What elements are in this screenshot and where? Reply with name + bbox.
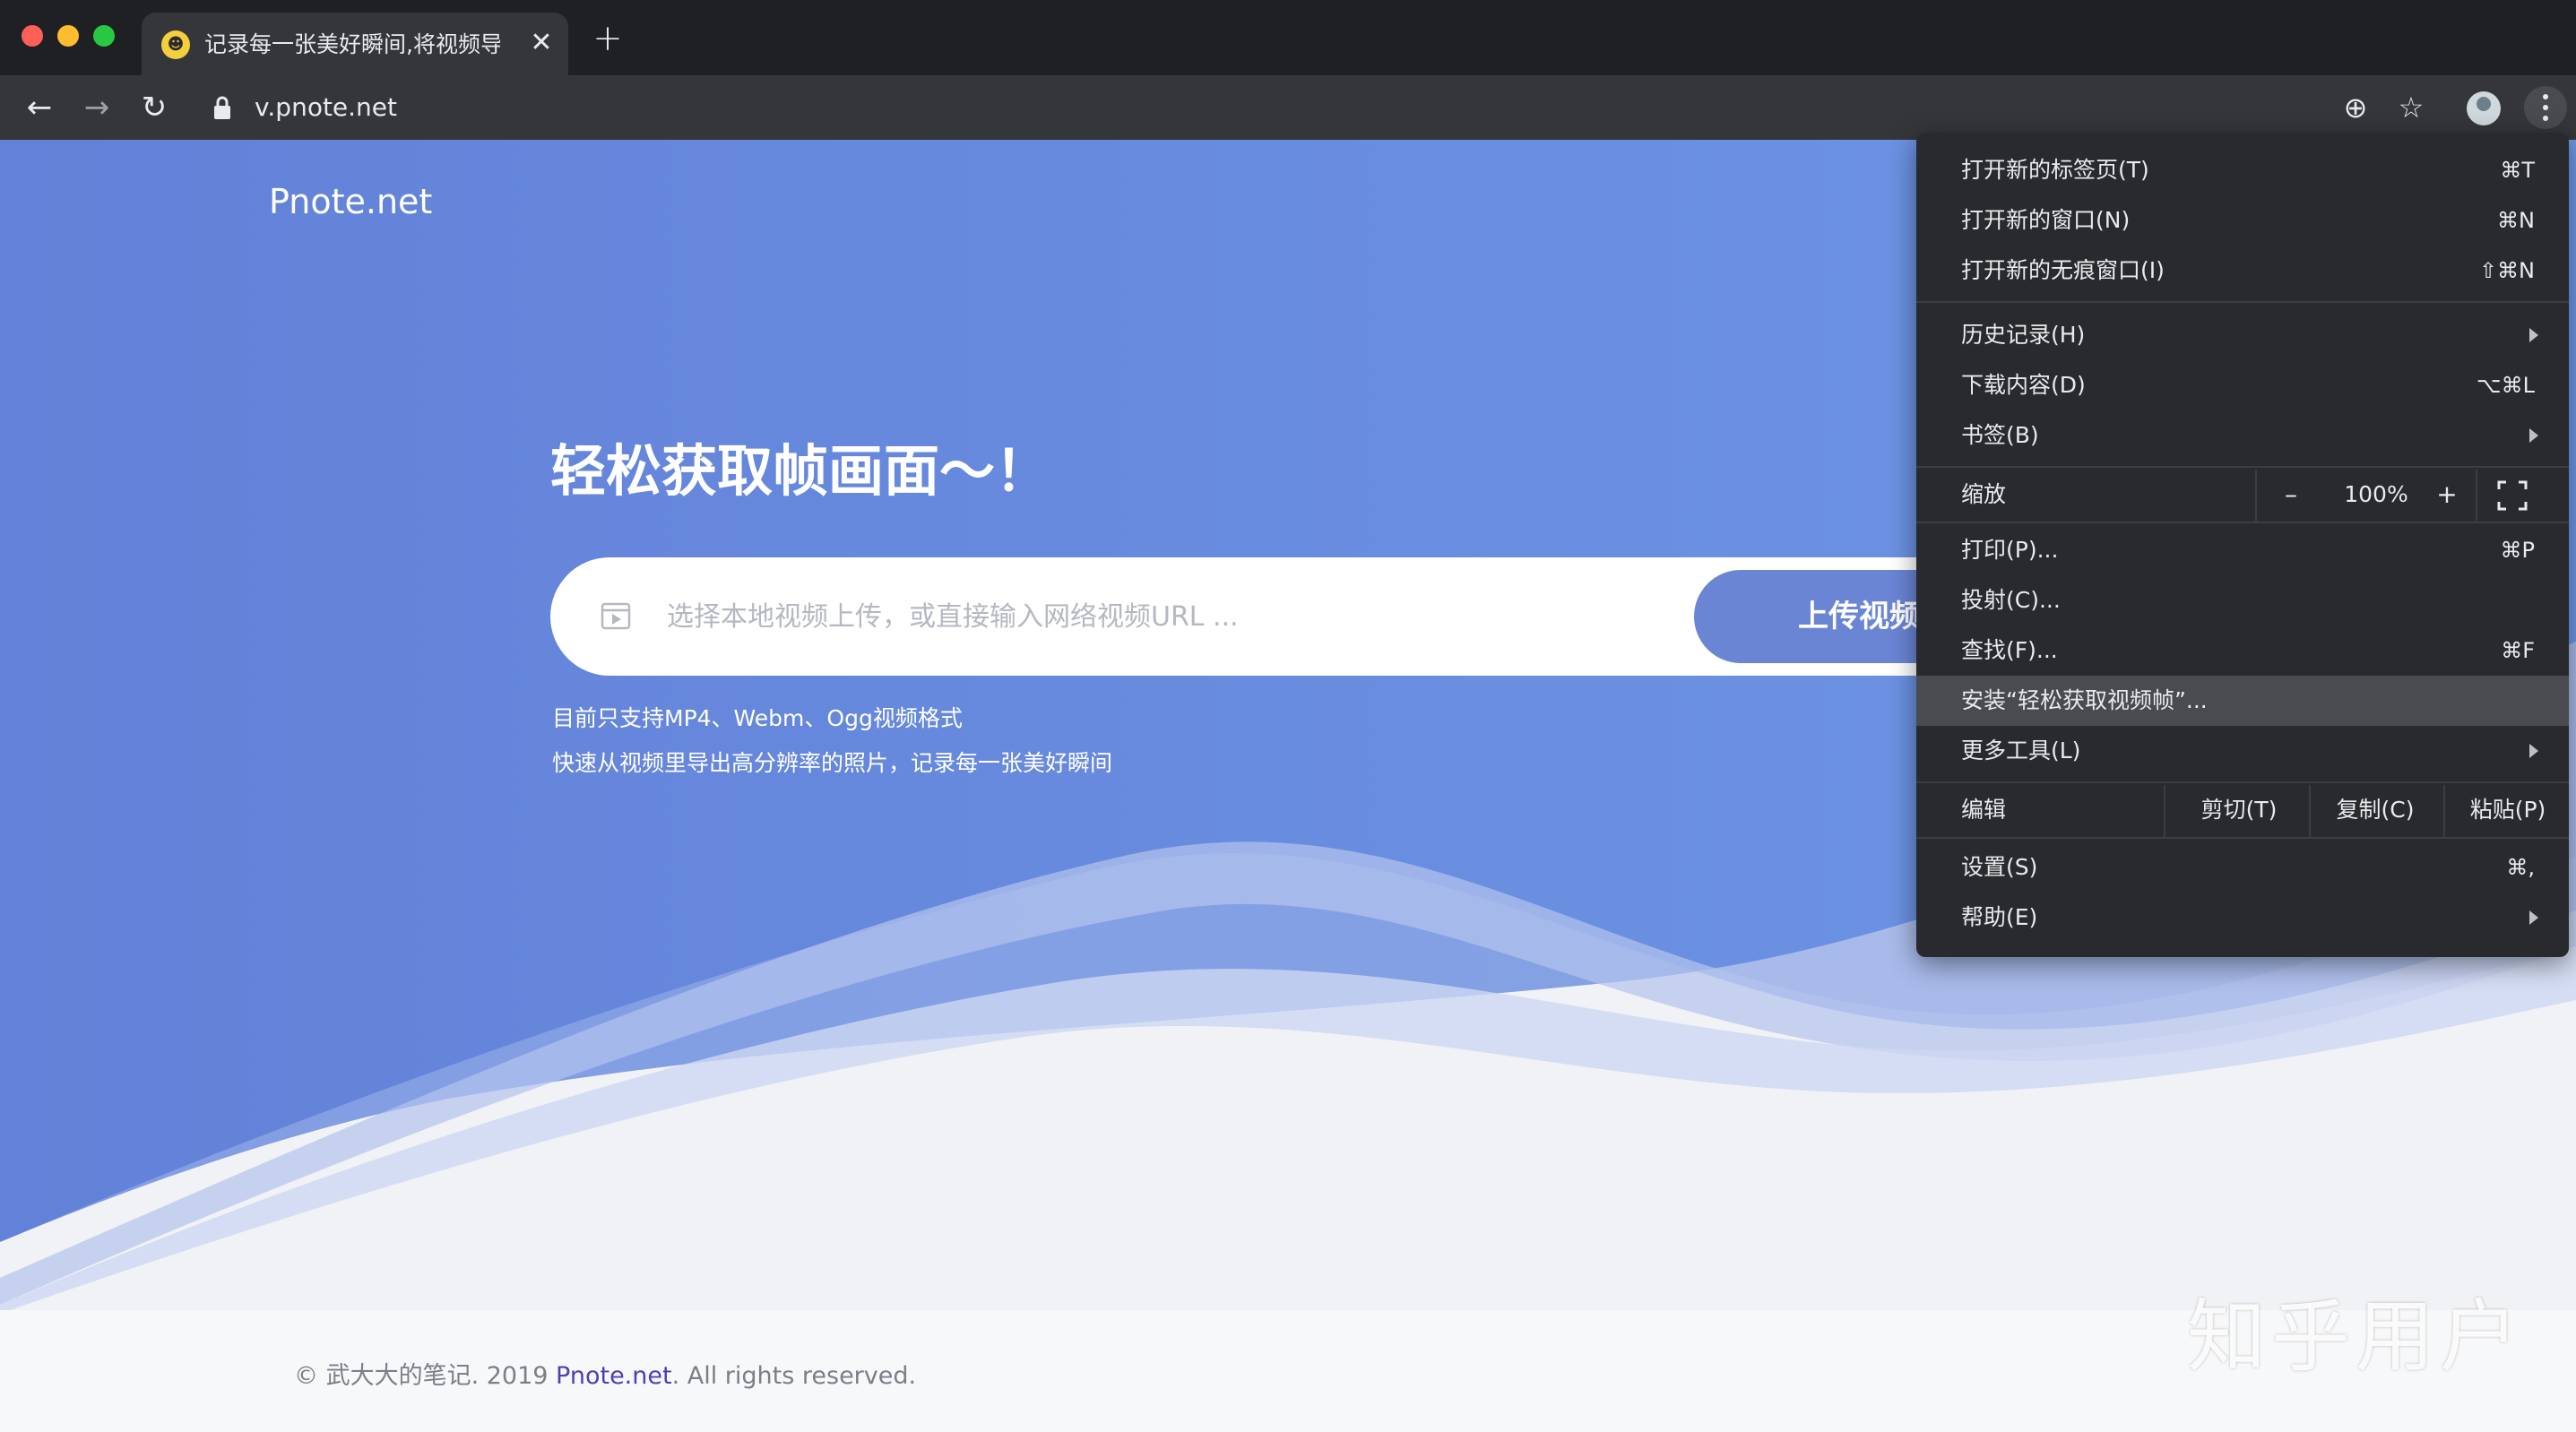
copyright-text: © 武大大的笔记. 2019 Pnote.net. All rights res… bbox=[294, 1360, 916, 1393]
menu-item-zoom: 缩放 – 100% + bbox=[1916, 470, 2569, 522]
menu-label: 缩放 bbox=[1961, 481, 2007, 507]
close-window-button[interactable] bbox=[22, 25, 43, 47]
submenu-arrow-icon bbox=[2529, 910, 2538, 925]
menu-shortcut: ⌘N bbox=[2497, 208, 2535, 233]
url-text[interactable]: v.pnote.net bbox=[255, 91, 397, 124]
menu-separator bbox=[1916, 466, 2569, 468]
forward-arrow-icon[interactable]: → bbox=[77, 88, 117, 127]
menu-label: 帮助(E) bbox=[1961, 904, 2038, 930]
menu-separator bbox=[1916, 837, 2569, 839]
menu-vertical-separator bbox=[2309, 785, 2311, 837]
video-url-input[interactable] bbox=[667, 590, 1742, 643]
zoom-level-value: 100% bbox=[2344, 481, 2408, 507]
menu-shortcut: ⌥⌘L bbox=[2476, 373, 2535, 398]
copy-button[interactable]: 复制(C) bbox=[2312, 794, 2438, 826]
install-app-icon[interactable]: ⊕ bbox=[2338, 90, 2373, 125]
back-arrow-icon[interactable]: ← bbox=[20, 88, 59, 127]
browser-tab-active[interactable]: ☻ 记录每一张美好瞬间,将视频导出 ✕ bbox=[142, 13, 568, 75]
zoom-in-button[interactable]: + bbox=[2429, 477, 2465, 513]
menu-item-install-app[interactable]: 安装“轻松获取视频帧”... bbox=[1916, 676, 2569, 726]
feature-description-hint: 快速从视频里导出高分辨率的照片，记录每一张美好瞬间 bbox=[552, 750, 1113, 776]
new-tab-button[interactable]: + bbox=[592, 21, 624, 56]
menu-item-new-window[interactable]: 打开新的窗口(N) ⌘N bbox=[1916, 195, 2569, 246]
menu-vertical-separator bbox=[2443, 785, 2445, 837]
menu-vertical-separator bbox=[2476, 470, 2477, 522]
bookmark-star-icon[interactable]: ☆ bbox=[2393, 90, 2429, 125]
copyright-suffix: . All rights reserved. bbox=[671, 1362, 917, 1390]
menu-label: 打开新的窗口(N) bbox=[1961, 207, 2131, 233]
tab-title: 记录每一张美好瞬间,将视频导出 bbox=[204, 31, 500, 57]
video-file-icon[interactable] bbox=[601, 600, 631, 631]
chrome-menu-kebab-icon[interactable] bbox=[2524, 86, 2567, 129]
menu-shortcut: ⌘, bbox=[2506, 855, 2535, 880]
maximize-window-button[interactable] bbox=[93, 25, 115, 47]
menu-label: 打印(P)... bbox=[1961, 537, 2059, 563]
menu-label: 投射(C)... bbox=[1961, 587, 2061, 613]
menu-item-cast[interactable]: 投射(C)... bbox=[1916, 575, 2569, 625]
menu-item-new-tab[interactable]: 打开新的标签页(T) ⌘T bbox=[1916, 145, 2569, 195]
hero-title: 轻松获取帧画面～！ bbox=[550, 438, 1051, 504]
menu-item-bookmarks[interactable]: 书签(B) bbox=[1916, 410, 2569, 461]
menu-separator bbox=[1916, 301, 2569, 303]
browser-titlebar: ☻ 记录每一张美好瞬间,将视频导出 ✕ + bbox=[0, 0, 2576, 75]
menu-label: 书签(B) bbox=[1961, 422, 2039, 448]
menu-item-more-tools[interactable]: 更多工具(L) bbox=[1916, 726, 2569, 776]
footer-site-link[interactable]: Pnote.net bbox=[556, 1362, 672, 1390]
menu-label: 设置(S) bbox=[1961, 854, 2038, 880]
address-bar[interactable]: v.pnote.net bbox=[190, 82, 2359, 133]
menu-label: 下载内容(D) bbox=[1961, 372, 2086, 398]
submenu-arrow-icon bbox=[2529, 328, 2538, 342]
browser-toolbar: ← → ↻ v.pnote.net ⊕ ☆ bbox=[0, 75, 2576, 140]
submenu-arrow-icon bbox=[2529, 428, 2538, 443]
menu-label: 更多工具(L) bbox=[1961, 738, 2081, 763]
menu-item-settings[interactable]: 设置(S) ⌘, bbox=[1916, 842, 2569, 893]
tab-close-icon[interactable]: ✕ bbox=[525, 27, 558, 59]
menu-item-edit: 编辑 剪切(T) 复制(C) 粘贴(P) bbox=[1916, 785, 2569, 837]
zoom-out-button[interactable]: – bbox=[2273, 477, 2309, 513]
menu-vertical-separator bbox=[2255, 470, 2257, 522]
menu-item-incognito[interactable]: 打开新的无痕窗口(I) ⇧⌘N bbox=[1916, 246, 2569, 296]
menu-separator bbox=[1916, 522, 2569, 523]
fullscreen-icon[interactable] bbox=[2497, 480, 2528, 511]
reload-icon[interactable]: ↻ bbox=[134, 88, 174, 127]
menu-vertical-separator bbox=[2164, 785, 2165, 837]
menu-shortcut: ⌘P bbox=[2500, 538, 2535, 563]
menu-label: 编辑 bbox=[1961, 797, 2007, 823]
menu-shortcut: ⌘T bbox=[2500, 158, 2535, 183]
menu-label: 打开新的无痕窗口(I) bbox=[1961, 257, 2165, 283]
lock-icon[interactable] bbox=[213, 95, 231, 120]
menu-separator bbox=[1916, 781, 2569, 783]
menu-label: 安装“轻松获取视频帧”... bbox=[1961, 687, 2208, 713]
copyright-prefix: © 武大大的笔记. 2019 bbox=[294, 1362, 557, 1390]
menu-item-help[interactable]: 帮助(E) bbox=[1916, 893, 2569, 943]
chrome-main-menu: 打开新的标签页(T) ⌘T 打开新的窗口(N) ⌘N 打开新的无痕窗口(I) ⇧… bbox=[1916, 133, 2569, 957]
menu-label: 历史记录(H) bbox=[1961, 322, 2086, 348]
menu-shortcut: ⇧⌘N bbox=[2478, 258, 2535, 283]
minimize-window-button[interactable] bbox=[57, 25, 79, 47]
menu-item-print[interactable]: 打印(P)... ⌘P bbox=[1916, 525, 2569, 575]
cut-button[interactable]: 剪切(T) bbox=[2176, 794, 2302, 826]
submenu-arrow-icon bbox=[2529, 744, 2538, 758]
zhihu-watermark: 知乎用户 bbox=[2187, 1290, 2525, 1383]
menu-item-history[interactable]: 历史记录(H) bbox=[1916, 310, 2569, 360]
menu-label: 查找(F)... bbox=[1961, 637, 2058, 663]
menu-shortcut: ⌘F bbox=[2501, 638, 2535, 663]
supported-formats-hint: 目前只支持MP4、Webm、Ogg视频格式 bbox=[552, 705, 963, 731]
pnote-favicon-icon: ☻ bbox=[161, 30, 190, 59]
menu-label: 打开新的标签页(T) bbox=[1961, 157, 2149, 183]
menu-item-downloads[interactable]: 下载内容(D) ⌥⌘L bbox=[1916, 360, 2569, 410]
profile-avatar[interactable] bbox=[2467, 91, 2501, 125]
paste-button[interactable]: 粘贴(P) bbox=[2447, 794, 2569, 826]
menu-item-find[interactable]: 查找(F)... ⌘F bbox=[1916, 625, 2569, 676]
site-brand-logo[interactable]: Pnote.net bbox=[269, 179, 432, 224]
